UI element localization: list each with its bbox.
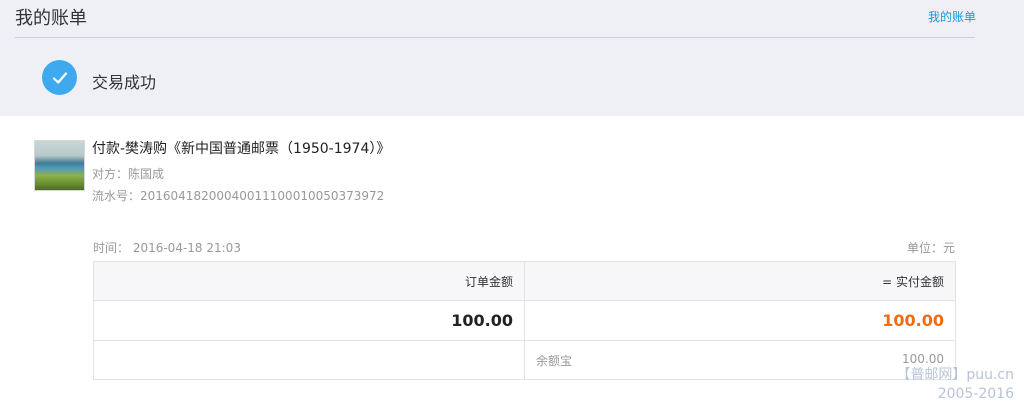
payment-method-label: 余额宝 xyxy=(536,353,573,368)
header-band xyxy=(0,0,1024,116)
paid-amount-header: = 实付金额 xyxy=(524,261,956,301)
transaction-time: 时间： 2016-04-18 21:03 xyxy=(93,241,241,255)
transaction-title: 付款-樊涛购《新中国普通邮票（1950-1974）》 xyxy=(92,141,391,157)
my-bill-link[interactable]: 我的账单 xyxy=(928,8,976,25)
empty-cell xyxy=(93,340,525,380)
payment-method-value: 100.00 xyxy=(902,351,944,366)
paid-amount-value: 100.00 xyxy=(524,300,956,341)
order-amount-value: 100.00 xyxy=(93,300,525,341)
watermark-line2: 2005-2016 xyxy=(937,386,1014,402)
serial-number: 流水号：20160418200040011100010050373972 xyxy=(92,189,385,203)
amount-table: 订单金额 = 实付金额 100.00 100.00 余额宝 100.00 xyxy=(93,261,956,380)
page-title: 我的账单 xyxy=(15,8,87,29)
check-icon xyxy=(42,60,77,95)
table-row: 100.00 100.00 xyxy=(93,300,956,341)
order-amount-header: 订单金额 xyxy=(93,261,525,301)
currency-unit: 单位：元 xyxy=(906,241,955,255)
counterparty: 对方：陈国成 xyxy=(92,167,165,181)
transaction-status: 交易成功 xyxy=(92,73,157,92)
table-header-row: 订单金额 = 实付金额 xyxy=(93,261,956,301)
header-divider xyxy=(15,37,975,38)
payment-method-cell: 余额宝 100.00 xyxy=(524,340,956,380)
watermark-line1: 【普邮网】puu.cn xyxy=(896,367,1014,383)
watermark: 【普邮网】puu.cn 2005-2016 xyxy=(896,366,1014,404)
product-thumbnail[interactable] xyxy=(34,140,85,191)
table-row: 余额宝 100.00 xyxy=(93,340,956,380)
